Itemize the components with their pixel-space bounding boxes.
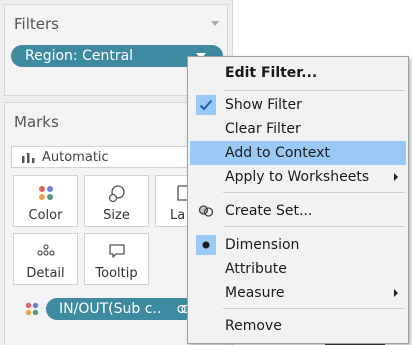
bar-chart-icon	[22, 152, 35, 163]
tooltip-bubble-icon	[108, 244, 125, 258]
checkmark-icon	[196, 95, 216, 115]
inout-set-label: IN/OUT(Sub c..	[59, 301, 162, 317]
menu-item-edit-filter[interactable]: Edit Filter...	[190, 61, 406, 85]
region-filter-label: Region: Central	[25, 48, 134, 64]
color-palette-icon	[38, 186, 53, 200]
color-encoding-icon	[25, 302, 39, 316]
menu-separator	[223, 192, 405, 193]
label-label: La	[170, 208, 186, 223]
menu-item-dimension[interactable]: Dimension	[190, 233, 406, 257]
menu-item-create-set[interactable]: Create Set...	[190, 199, 406, 223]
size-shelf-button[interactable]: Size	[84, 175, 149, 227]
inout-set-pill[interactable]: IN/OUT(Sub c..	[46, 298, 196, 320]
marks-title: Marks	[14, 113, 59, 131]
size-label: Size	[103, 208, 130, 223]
menu-item-show-filter[interactable]: Show Filter	[190, 93, 406, 117]
tooltip-shelf-button[interactable]: Tooltip	[84, 233, 149, 285]
filters-title: Filters	[14, 15, 59, 33]
menu-separator	[223, 90, 405, 91]
menu-separator	[223, 308, 405, 309]
menu-separator	[223, 226, 405, 227]
menu-item-clear-filter[interactable]: Clear Filter	[190, 117, 406, 141]
filters-menu-caret-icon[interactable]	[211, 21, 219, 26]
detail-shelf-button[interactable]: Detail	[13, 233, 78, 285]
color-shelf-button[interactable]: Color	[13, 175, 78, 227]
selected-dot-icon	[196, 235, 216, 255]
detail-label: Detail	[26, 266, 65, 281]
menu-item-remove[interactable]: Remove	[190, 314, 406, 338]
mark-type-label: Automatic	[42, 149, 109, 165]
detail-dots-icon	[36, 244, 55, 256]
menu-item-attribute[interactable]: Attribute	[190, 257, 406, 281]
label-shelf-button[interactable]: La	[155, 175, 191, 227]
menu-item-measure[interactable]: Measure	[190, 281, 406, 305]
color-label: Color	[28, 208, 63, 223]
menu-item-add-to-context[interactable]: Add to Context	[190, 141, 406, 165]
submenu-arrow-icon	[394, 289, 398, 297]
menu-item-apply-to-worksheets[interactable]: Apply to Worksheets	[190, 165, 406, 189]
size-circles-icon	[108, 185, 125, 203]
pill-context-menu: Edit Filter... Show Filter Clear Filter …	[187, 56, 409, 344]
create-set-icon	[198, 205, 214, 217]
submenu-arrow-icon	[394, 173, 398, 181]
tooltip-label: Tooltip	[95, 266, 138, 281]
